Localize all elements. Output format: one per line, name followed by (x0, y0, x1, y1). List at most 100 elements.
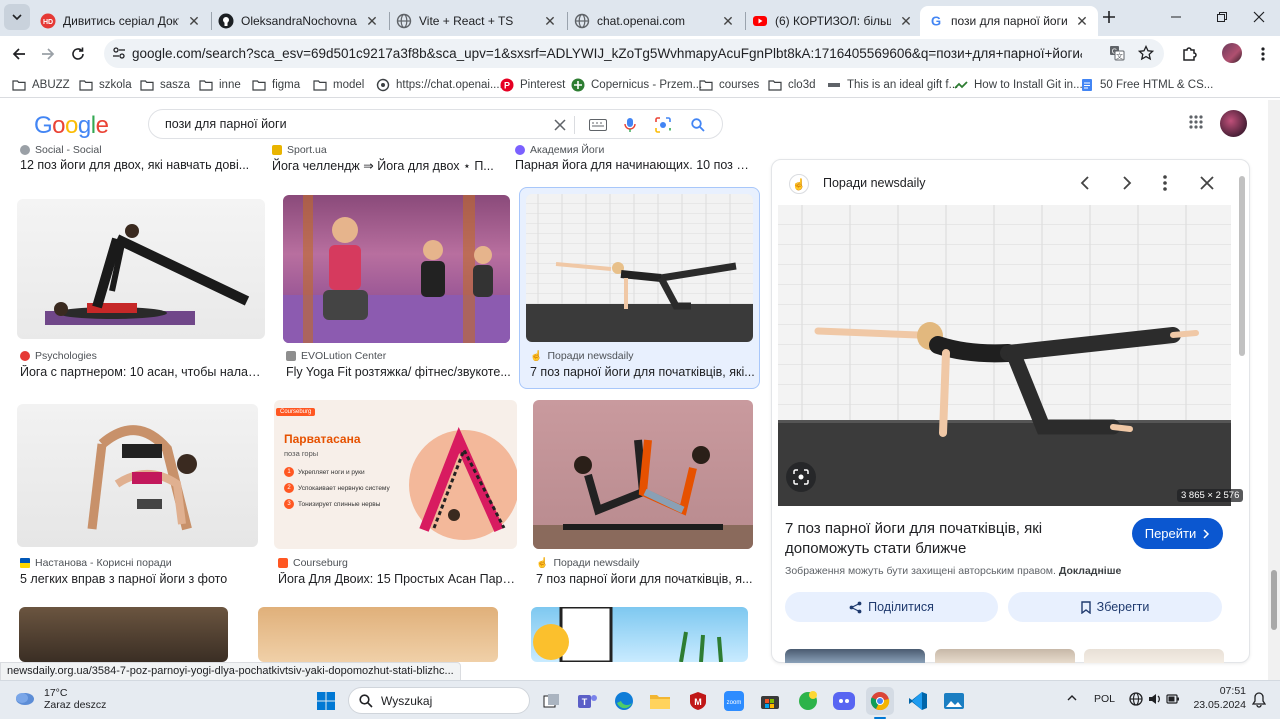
tab-search-button[interactable] (4, 4, 30, 30)
result-card[interactable]: Psychologies Йога с партнером: 10 асан, … (15, 195, 267, 385)
panel-title[interactable]: 7 поз парної йоги для початківців, які д… (785, 519, 1115, 559)
result-title[interactable]: Парная йога для начинающих. 10 поз й... (515, 158, 751, 172)
tab-github[interactable]: OleksandraNochovna/reac ✕ (210, 6, 388, 36)
close-tab-icon[interactable]: ✕ (542, 13, 558, 29)
start-button[interactable] (312, 687, 340, 715)
result-image-parvatasana-infographic[interactable]: Courseburg Парватасана поза горы 1 Укрепл… (274, 400, 517, 549)
account-avatar[interactable] (1220, 110, 1247, 137)
bookmark-folder[interactable]: ABUZZ (12, 76, 70, 94)
battery-icon[interactable] (1166, 692, 1180, 706)
task-view-button[interactable] (538, 687, 566, 715)
related-image[interactable] (785, 649, 925, 663)
panel-scrollbar[interactable] (1238, 168, 1246, 656)
result-card[interactable]: EVOLution Center Fly Yoga Fit розтяжка/ … (281, 195, 511, 385)
related-image[interactable] (935, 649, 1075, 663)
bookmark-folder[interactable]: courses (699, 76, 759, 94)
keyboard-icon[interactable] (589, 116, 607, 134)
tab-chatgpt[interactable]: chat.openai.com ✕ (566, 6, 744, 36)
search-box[interactable]: пози для парної йоги (148, 109, 723, 139)
bookmark-folder[interactable]: szkola (79, 76, 132, 94)
close-tab-icon[interactable]: ✕ (186, 13, 202, 29)
tab-youtube[interactable]: (6) КОРТИЗОЛ: більше ніж ✕ (744, 6, 922, 36)
result-card[interactable]: Настанова - Корисні поради 5 легких впра… (15, 402, 260, 592)
mcafee-app[interactable]: M (684, 687, 712, 715)
bookmark-link[interactable]: How to Install Git in... (954, 76, 1083, 94)
show-hidden-icons-button[interactable] (1066, 692, 1078, 704)
result-image-couple-yoga[interactable] (17, 199, 265, 339)
save-button[interactable]: Зберегти (1008, 592, 1222, 622)
next-image-button[interactable] (1117, 174, 1135, 192)
result-title[interactable]: 12 поз йоги для двох, які навчать дові..… (20, 158, 260, 172)
back-button[interactable] (6, 41, 32, 67)
bookmark-folder[interactable]: model (313, 76, 364, 94)
result-title[interactable]: 7 поз парної йоги для початківців, які..… (530, 365, 755, 379)
volume-icon[interactable] (1148, 692, 1162, 706)
preview-image[interactable] (778, 205, 1231, 506)
scroll-thumb[interactable] (1271, 570, 1277, 630)
close-tab-icon[interactable]: ✕ (364, 13, 380, 29)
discord-app[interactable] (830, 687, 858, 715)
page-scrollbar[interactable] (1268, 100, 1280, 680)
network-icon[interactable] (1129, 692, 1143, 706)
close-tab-icon[interactable]: ✕ (1074, 13, 1090, 29)
address-bar[interactable]: google.com/search?sca_esv=69d501c9217a3f… (104, 39, 1164, 68)
notifications-icon[interactable] (1252, 692, 1266, 708)
site-info-icon[interactable] (112, 46, 126, 60)
store-app[interactable] (756, 687, 784, 715)
snipping-tool-app[interactable] (940, 687, 968, 715)
chat-app[interactable] (794, 687, 822, 715)
profile-avatar[interactable] (1222, 43, 1242, 63)
teams-app[interactable]: T (574, 687, 602, 715)
result-card[interactable]: Sport.ua Йога челлендж ⇒ Йога для двох ⋆… (272, 144, 507, 173)
bookmark-folder[interactable]: sasza (140, 76, 190, 94)
browser-menu-button[interactable] (1250, 41, 1276, 67)
result-title[interactable]: Йога челлендж ⇒ Йога для двох ⋆ П... (272, 158, 507, 173)
translate-icon[interactable]: G文 (1109, 45, 1125, 61)
bookmark-link[interactable]: https://chat.openai.... (376, 76, 503, 94)
result-image-tabletop-pose[interactable] (526, 194, 753, 342)
microphone-icon[interactable] (621, 116, 639, 134)
chrome-app[interactable] (866, 687, 894, 715)
vscode-app[interactable] (904, 687, 932, 715)
taskbar-search[interactable]: Wyszukaj (348, 687, 530, 714)
result-image-sunset-yoga[interactable] (19, 607, 228, 662)
bookmark-link[interactable]: 50 Free HTML & CS... (1080, 76, 1213, 94)
share-button[interactable]: Поділитися (785, 592, 998, 622)
result-card[interactable]: Академия Йоги Парная йога для начинающих… (515, 144, 751, 172)
result-title[interactable]: Йога Для Двоих: 15 Простых Асан Парн... (278, 572, 516, 586)
tab-vite[interactable]: Vite + React + TS ✕ (388, 6, 566, 36)
tab-google-search[interactable]: G пози для парної йоги - П ✕ (920, 6, 1098, 36)
extensions-button[interactable] (1176, 41, 1202, 67)
bookmark-folder[interactable]: inne (199, 76, 241, 94)
apps-grid-icon[interactable] (1188, 114, 1204, 130)
bookmark-link[interactable]: Copernicus - Przem... (571, 76, 702, 94)
close-panel-button[interactable] (1198, 174, 1216, 192)
result-card[interactable]: Courseburg Парватасана поза горы 1 Укрепл… (273, 400, 517, 590)
panel-source[interactable]: Поради newsdaily (823, 176, 925, 190)
result-card[interactable]: ☝ Поради newsdaily 7 поз парної йоги для … (531, 400, 755, 590)
bookmark-folder[interactable]: figma (252, 76, 300, 94)
result-title[interactable]: Йога с партнером: 10 асан, чтобы налад..… (20, 365, 265, 379)
lens-search-button[interactable] (786, 462, 816, 492)
result-card[interactable]: Social - Social 12 поз йоги для двох, як… (20, 144, 260, 172)
bookmark-link[interactable]: This is an ideal gift f... (827, 76, 958, 94)
new-tab-button[interactable] (1096, 4, 1122, 30)
google-logo[interactable]: Google (34, 112, 109, 140)
result-title[interactable]: 7 поз парної йоги для початківців, я... (536, 572, 754, 586)
minimize-button[interactable] (1153, 0, 1199, 34)
result-image-warm-yoga[interactable] (258, 607, 498, 662)
search-input[interactable]: пози для парної йоги (165, 117, 287, 131)
panel-scroll-thumb[interactable] (1239, 176, 1245, 356)
prev-image-button[interactable] (1077, 174, 1095, 192)
close-tab-icon[interactable]: ✕ (720, 13, 736, 29)
reload-button[interactable] (65, 41, 91, 67)
result-image-beach-yoga[interactable] (531, 607, 748, 662)
bookmark-folder[interactable]: clo3d (768, 76, 816, 94)
zoom-app[interactable]: zoom (720, 687, 748, 715)
input-language[interactable]: POL (1094, 693, 1115, 705)
bookmark-link[interactable]: P Pinterest (500, 76, 565, 94)
file-explorer-app[interactable] (646, 687, 674, 715)
clear-search-icon[interactable] (551, 116, 569, 134)
search-icon[interactable] (689, 116, 707, 134)
lens-icon[interactable] (654, 116, 672, 134)
